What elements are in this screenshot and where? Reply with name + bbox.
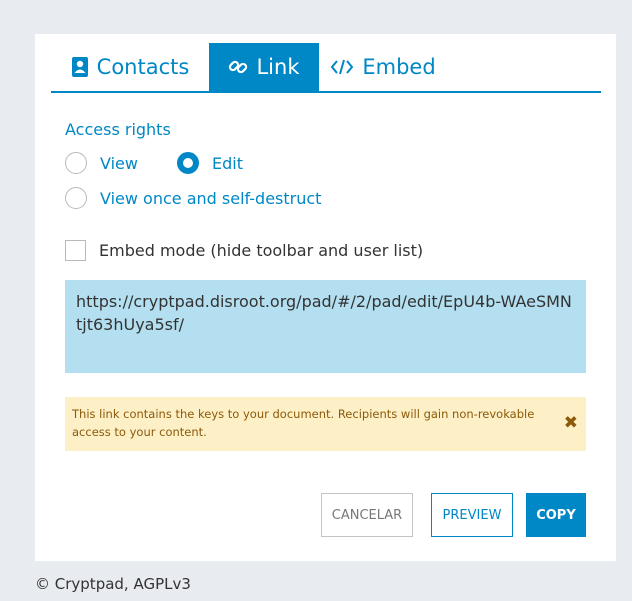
tab-embed[interactable]: Embed bbox=[319, 43, 447, 91]
tab-link[interactable]: Link bbox=[209, 43, 319, 91]
preview-button[interactable]: PREVIEW bbox=[431, 493, 513, 537]
tab-contacts-label: Contacts bbox=[96, 55, 190, 79]
tab-embed-label: Embed bbox=[362, 55, 436, 79]
embed-mode-checkbox-row[interactable]: Embed mode (hide toolbar and user list) bbox=[65, 240, 423, 261]
embed-mode-checkbox[interactable] bbox=[65, 240, 86, 261]
share-link-field[interactable]: https://cryptpad.disroot.org/pad/#/2/pad… bbox=[65, 280, 586, 373]
share-dialog: Contacts Link Embed Access rights View E… bbox=[35, 34, 616, 561]
radio-edit-label: Edit bbox=[212, 153, 243, 173]
radio-edit[interactable]: Edit bbox=[177, 152, 243, 174]
radio-view-once-button[interactable] bbox=[65, 187, 87, 209]
footer-copyright: © Cryptpad, AGPLv3 bbox=[35, 575, 191, 593]
radio-view[interactable]: View bbox=[65, 152, 138, 174]
close-icon[interactable]: ✖ bbox=[564, 414, 578, 432]
link-icon bbox=[228, 57, 248, 77]
tab-contacts[interactable]: Contacts bbox=[51, 43, 209, 91]
access-rights-title: Access rights bbox=[65, 120, 171, 139]
radio-view-label: View bbox=[100, 153, 138, 173]
radio-edit-button[interactable] bbox=[177, 152, 199, 174]
radio-view-button[interactable] bbox=[65, 152, 87, 174]
tab-bar: Contacts Link Embed bbox=[51, 43, 601, 93]
warning-text: This link contains the keys to your docu… bbox=[72, 407, 535, 439]
cancel-button[interactable]: CANCELAR bbox=[321, 493, 413, 537]
embed-mode-label: Embed mode (hide toolbar and user list) bbox=[99, 241, 424, 260]
warning-message: This link contains the keys to your docu… bbox=[65, 397, 586, 451]
copy-button[interactable]: COPY bbox=[526, 493, 586, 537]
radio-view-once[interactable]: View once and self-destruct bbox=[65, 187, 321, 209]
tab-link-label: Link bbox=[256, 55, 300, 79]
address-book-icon bbox=[71, 57, 89, 77]
radio-view-once-label: View once and self-destruct bbox=[100, 188, 322, 208]
code-icon bbox=[330, 58, 354, 76]
